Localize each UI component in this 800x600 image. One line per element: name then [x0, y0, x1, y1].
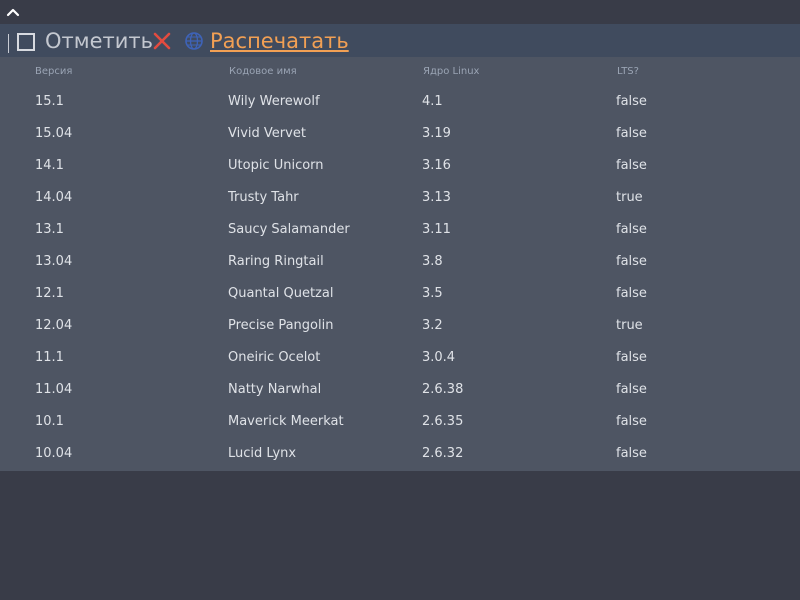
cell-kernel: 3.19 — [422, 126, 451, 141]
cell-version: 10.04 — [35, 446, 73, 461]
cell-lts: false — [616, 126, 647, 141]
cell-lts: false — [616, 414, 647, 429]
cell-codename: Oneiric Ocelot — [228, 350, 321, 365]
mark-button[interactable]: Отметить — [45, 28, 153, 54]
table-row[interactable]: 13.1 Saucy Salamander 3.11 false — [0, 214, 800, 246]
cell-codename: Wily Werewolf — [228, 94, 320, 109]
toolbar-separator — [8, 34, 9, 53]
table-row[interactable]: 15.04 Vivid Vervet 3.19 false — [0, 118, 800, 150]
cell-kernel: 3.2 — [422, 318, 443, 333]
top-bar — [0, 0, 800, 24]
column-header-lts[interactable]: LTS? — [617, 66, 639, 77]
cell-kernel: 3.5 — [422, 286, 443, 301]
cell-lts: false — [616, 446, 647, 461]
cell-lts: true — [616, 318, 643, 333]
cell-kernel: 2.6.35 — [422, 414, 464, 429]
globe-icon — [185, 32, 203, 50]
table-row[interactable]: 15.1 Wily Werewolf 4.1 false — [0, 86, 800, 118]
column-header-codename[interactable]: Кодовое имя — [229, 66, 297, 77]
cell-version: 12.04 — [35, 318, 73, 333]
cell-version: 15.1 — [35, 94, 64, 109]
toolbar: Отметить Распечатать — [0, 24, 800, 57]
cell-version: 14.1 — [35, 158, 64, 173]
cell-codename: Raring Ringtail — [228, 254, 324, 269]
table-row[interactable]: 10.1 Maverick Meerkat 2.6.35 false — [0, 406, 800, 438]
cell-lts: false — [616, 350, 647, 365]
cell-version: 14.04 — [35, 190, 73, 205]
cell-version: 11.04 — [35, 382, 73, 397]
table-row[interactable]: 13.04 Raring Ringtail 3.8 false — [0, 246, 800, 278]
cell-kernel: 2.6.38 — [422, 382, 464, 397]
column-header-version[interactable]: Версия — [35, 66, 72, 77]
cell-lts: false — [616, 158, 647, 173]
cell-version: 13.04 — [35, 254, 73, 269]
cell-version: 12.1 — [35, 286, 64, 301]
cell-kernel: 3.0.4 — [422, 350, 456, 365]
table-row[interactable]: 14.04 Trusty Tahr 3.13 true — [0, 182, 800, 214]
cell-codename: Lucid Lynx — [228, 446, 297, 461]
cell-lts: false — [616, 382, 647, 397]
cell-lts: true — [616, 190, 643, 205]
cell-kernel: 2.6.32 — [422, 446, 464, 461]
table-row[interactable]: 11.04 Natty Narwhal 2.6.38 false — [0, 374, 800, 406]
table-row[interactable]: 14.1 Utopic Unicorn 3.16 false — [0, 150, 800, 182]
cell-kernel: 3.16 — [422, 158, 451, 173]
cell-kernel: 3.8 — [422, 254, 443, 269]
table-row[interactable]: 12.04 Precise Pangolin 3.2 true — [0, 310, 800, 342]
cell-lts: false — [616, 286, 647, 301]
cell-kernel: 4.1 — [422, 94, 443, 109]
print-link[interactable]: Распечатать — [210, 28, 349, 54]
column-header-kernel[interactable]: Ядро Linux — [423, 66, 479, 77]
table-row[interactable]: 11.1 Oneiric Ocelot 3.0.4 false — [0, 342, 800, 374]
cell-codename: Precise Pangolin — [228, 318, 334, 333]
table-row[interactable]: 10.04 Lucid Lynx 2.6.32 false — [0, 438, 800, 470]
cell-codename: Vivid Vervet — [228, 126, 306, 141]
chevron-up-icon[interactable] — [6, 5, 20, 19]
table-row[interactable]: 12.1 Quantal Quetzal 3.5 false — [0, 278, 800, 310]
cell-codename: Maverick Meerkat — [228, 414, 344, 429]
cell-kernel: 3.13 — [422, 190, 451, 205]
cell-codename: Quantal Quetzal — [228, 286, 334, 301]
cell-codename: Natty Narwhal — [228, 382, 322, 397]
cell-version: 15.04 — [35, 126, 73, 141]
cell-lts: false — [616, 94, 647, 109]
cell-version: 13.1 — [35, 222, 64, 237]
table-header: Версия Кодовое имя Ядро Linux LTS? — [0, 57, 800, 85]
cell-codename: Saucy Salamander — [228, 222, 350, 237]
cell-version: 11.1 — [35, 350, 64, 365]
cell-lts: false — [616, 222, 647, 237]
cell-codename: Trusty Tahr — [228, 190, 299, 205]
select-all-checkbox[interactable] — [17, 33, 35, 51]
cell-version: 10.1 — [35, 414, 64, 429]
cell-codename: Utopic Unicorn — [228, 158, 324, 173]
cell-lts: false — [616, 254, 647, 269]
cell-kernel: 3.11 — [422, 222, 451, 237]
close-icon[interactable] — [152, 31, 172, 51]
release-table: Версия Кодовое имя Ядро Linux LTS? 15.1 … — [0, 57, 800, 471]
